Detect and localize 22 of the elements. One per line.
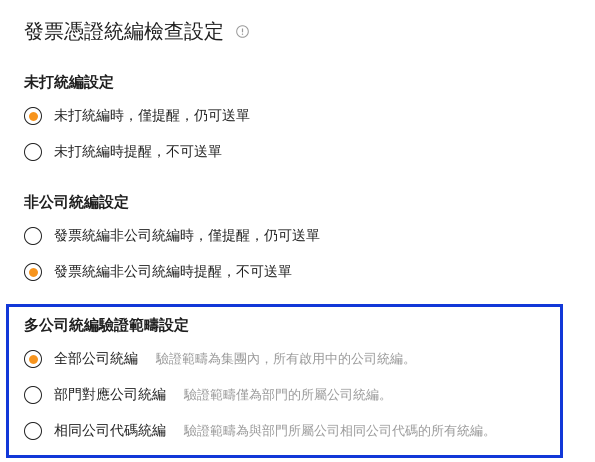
page-title: 發票憑證統編檢查設定: [24, 18, 224, 45]
radio-button[interactable]: [24, 422, 42, 440]
option-description: 驗證範疇為集團內，所有啟用中的公司統編。: [156, 351, 416, 368]
option-description: 驗證範疇為與部門所屬公司相同公司代碼的所有統編。: [184, 423, 496, 440]
radio-button[interactable]: [24, 386, 42, 404]
radio-button[interactable]: [24, 143, 42, 161]
info-icon[interactable]: [236, 24, 249, 38]
option-label: 全部公司統編: [54, 350, 138, 368]
option-label: 相同公司代碼統編: [54, 422, 166, 440]
section-heading: 未打統編設定: [24, 72, 115, 92]
option-label: 發票統編非公司統編時，僅提醒，仍可送單: [54, 227, 320, 245]
section-heading: 多公司統編驗證範疇設定: [24, 315, 190, 335]
option-label: 部門對應公司統編: [54, 386, 166, 404]
section-heading: 非公司統編設定: [24, 192, 130, 212]
option-label: 未打統編時提醒，不可送單: [54, 143, 222, 161]
option-label: 發票統編非公司統編時提醒，不可送單: [54, 263, 292, 281]
radio-button[interactable]: [24, 263, 42, 281]
option-label: 未打統編時，僅提醒，仍可送單: [54, 107, 250, 125]
radio-button[interactable]: [24, 350, 42, 368]
radio-button[interactable]: [24, 107, 42, 125]
option-description: 驗證範疇僅為部門的所屬公司統編。: [184, 387, 392, 404]
radio-button[interactable]: [24, 227, 42, 245]
